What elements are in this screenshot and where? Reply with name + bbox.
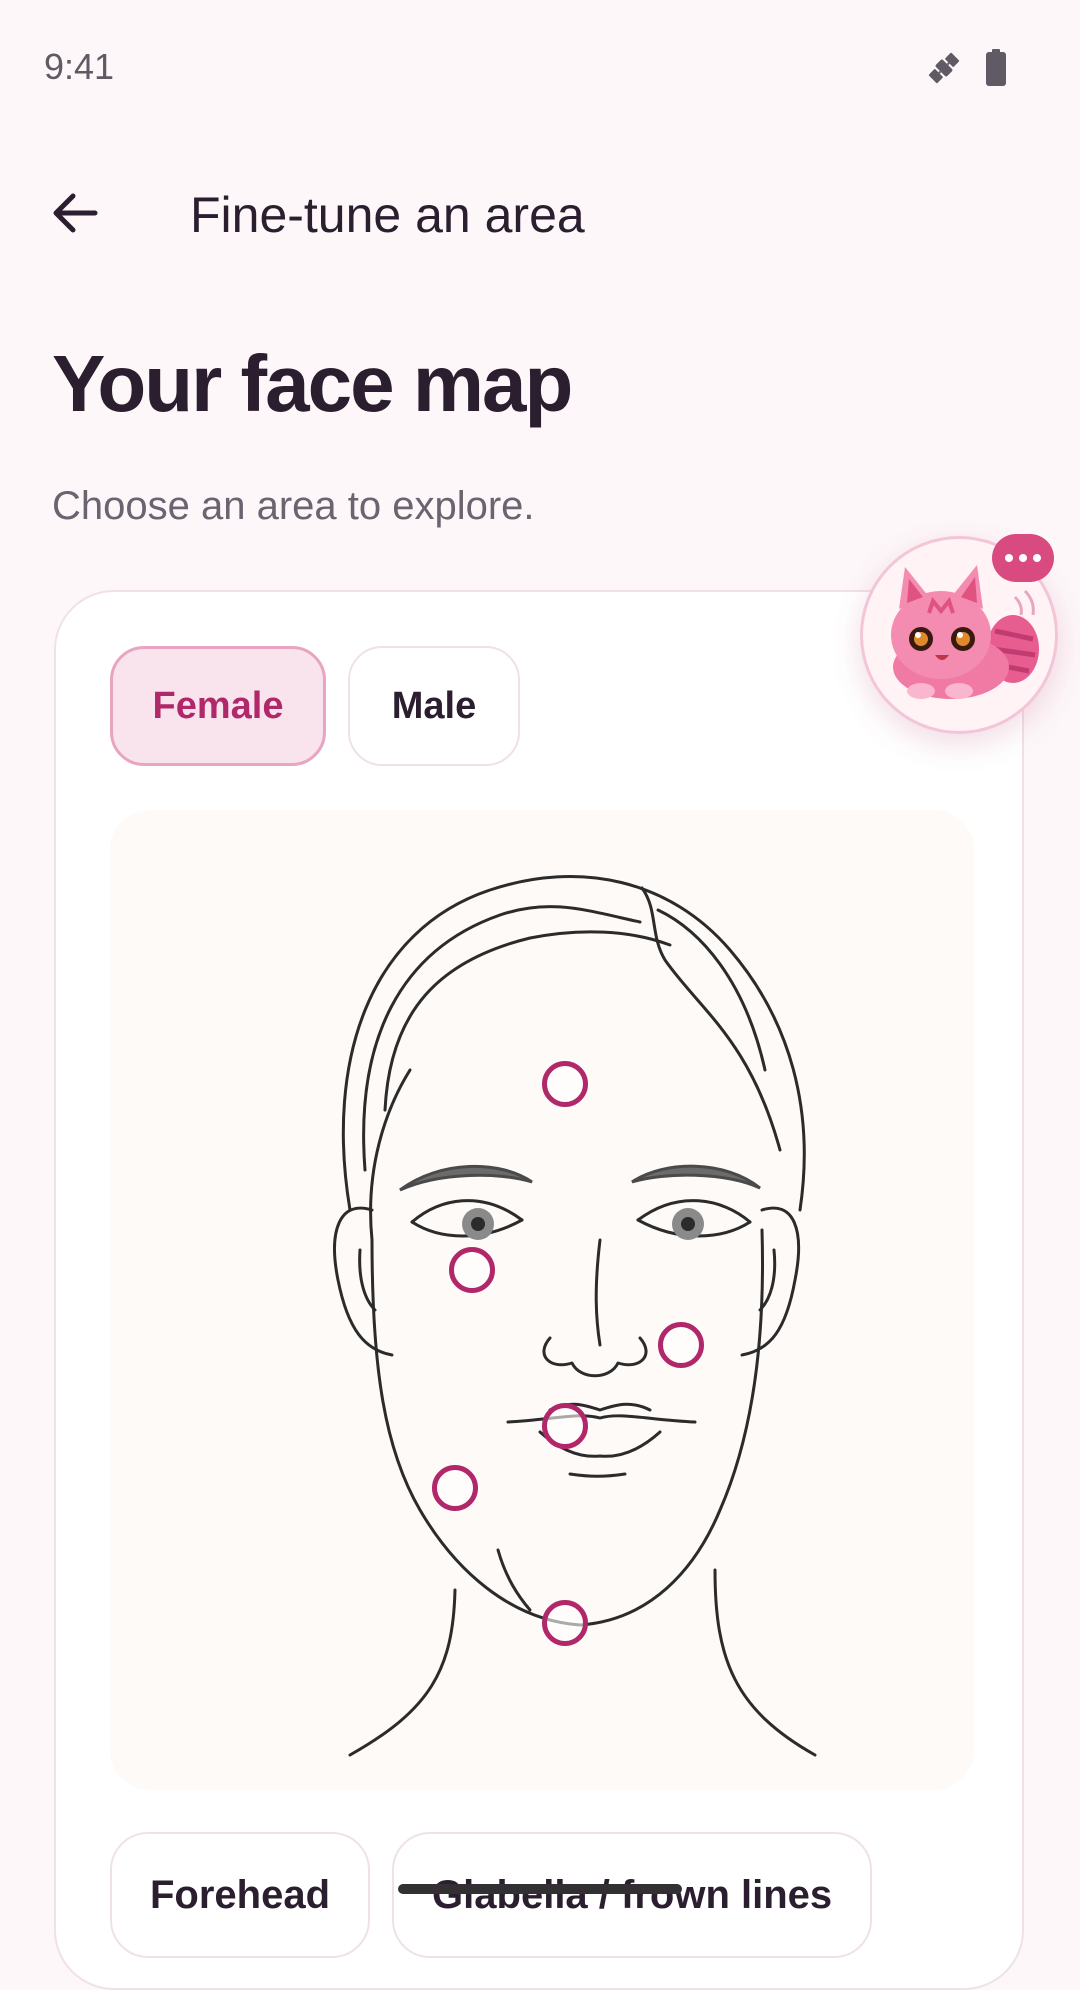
- hotspot-cheek[interactable]: [658, 1322, 704, 1368]
- face-map-card: Female Male Forehead Glabella / frown li…: [54, 590, 1024, 1990]
- bubble-dot: [1033, 554, 1041, 562]
- hotspot-under-eye[interactable]: [449, 1247, 495, 1293]
- back-button[interactable]: [40, 180, 110, 250]
- gesture-navigation-bar[interactable]: [398, 1884, 682, 1894]
- hotspot-neck[interactable]: [542, 1600, 588, 1646]
- area-chip-row: Forehead Glabella / frown lines: [110, 1832, 873, 1958]
- gender-chip-female[interactable]: Female: [110, 646, 326, 766]
- page-title: Your face map: [52, 339, 573, 428]
- status-time: 9:41: [44, 46, 115, 87]
- chat-bubble-icon[interactable]: [992, 534, 1054, 582]
- face-illustration: [333, 875, 817, 1757]
- hotspot-lips[interactable]: [542, 1403, 588, 1449]
- app-bar-title: Fine-tune an area: [190, 187, 585, 243]
- status-bar: 9:41: [0, 0, 1080, 135]
- bubble-dot: [1005, 554, 1013, 562]
- gender-toggle: Female Male: [110, 646, 520, 766]
- satellite-icon: [924, 48, 964, 93]
- area-chip-forehead[interactable]: Forehead: [110, 1832, 371, 1958]
- battery-icon: [984, 48, 1008, 93]
- page-subtitle: Choose an area to explore.: [52, 484, 535, 528]
- hotspot-forehead[interactable]: [542, 1061, 588, 1107]
- gender-chip-male[interactable]: Male: [348, 646, 520, 766]
- area-chip-glabella[interactable]: Glabella / frown lines: [392, 1832, 873, 1958]
- face-illustration-panel: [110, 810, 974, 1790]
- arrow-left-icon: [49, 187, 101, 244]
- bubble-dot: [1019, 554, 1027, 562]
- hotspot-jawline[interactable]: [432, 1465, 478, 1511]
- top-app-bar: Fine-tune an area: [0, 150, 1080, 270]
- status-icons: [924, 48, 1008, 93]
